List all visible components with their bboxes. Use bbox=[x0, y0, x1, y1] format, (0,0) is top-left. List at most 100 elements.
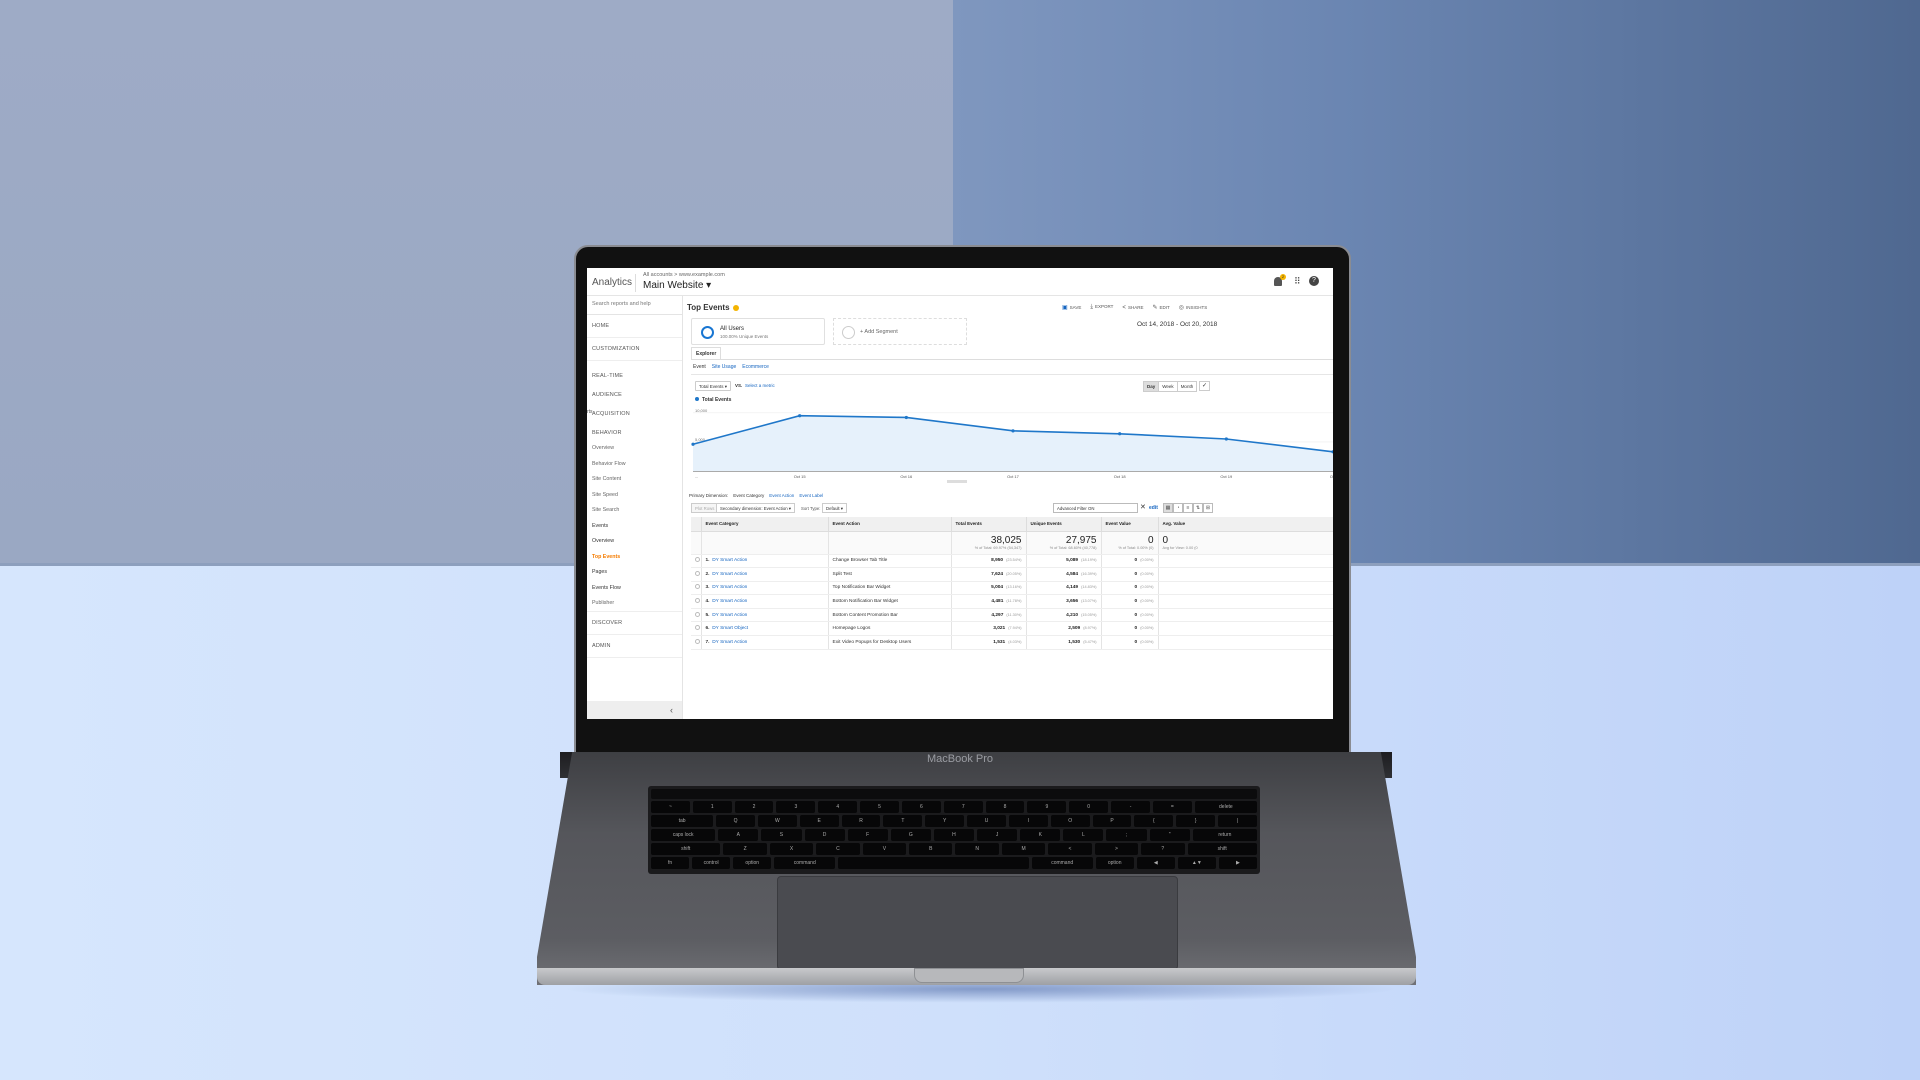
collapse-sidebar-button[interactable]: ‹ bbox=[587, 701, 682, 719]
granularity-week[interactable]: Week bbox=[1159, 382, 1178, 391]
tab-explorer[interactable]: Explorer bbox=[691, 347, 722, 359]
event-category-link[interactable]: DY Smart Action bbox=[712, 599, 747, 604]
row-checkbox-cell[interactable] bbox=[691, 554, 702, 569]
row-checkbox-cell[interactable] bbox=[691, 608, 702, 623]
advanced-filter-input[interactable]: Advanced Filter ON bbox=[1053, 503, 1138, 513]
help-icon[interactable]: ? bbox=[1309, 276, 1319, 286]
table-row[interactable]: 7. DY Smart Action Exit Video Popups for … bbox=[691, 635, 1333, 650]
event-category-link[interactable]: DY Smart Action bbox=[712, 572, 747, 577]
secondary-dimension-select[interactable]: Secondary dimension: Event Action ▾ bbox=[716, 503, 795, 513]
save-button[interactable]: ▣ SAVE bbox=[1062, 304, 1081, 311]
row-checkbox-cell[interactable] bbox=[691, 635, 702, 650]
property-selector[interactable]: Main Website ▾ bbox=[643, 280, 711, 291]
sort-type-select[interactable]: Default ▾ bbox=[822, 503, 847, 513]
sidebar-item-publisher[interactable]: Publisher bbox=[587, 596, 682, 612]
dimension-event-action[interactable]: Event Action bbox=[769, 493, 794, 498]
breadcrumb[interactable]: All accounts > www.example.com bbox=[643, 272, 725, 278]
sidebar-item-audience[interactable]: AUDIENCE bbox=[587, 384, 682, 403]
insights-button[interactable]: ◎ INSIGHTS bbox=[1179, 304, 1208, 311]
sidebar-item-site-speed[interactable]: Site Speed bbox=[587, 488, 682, 504]
edit-button[interactable]: ✎ EDIT bbox=[1152, 304, 1169, 311]
event-category-link[interactable]: DY Smart Action bbox=[712, 640, 747, 645]
edit-filter-link[interactable]: edit bbox=[1149, 505, 1158, 511]
header-event-category[interactable]: Event Category bbox=[701, 517, 829, 532]
table-row[interactable]: 5. DY Smart Action Bottom Content Promoti… bbox=[691, 608, 1333, 623]
row-checkbox-cell[interactable] bbox=[691, 567, 702, 582]
sidebar-item-pages[interactable]: Pages bbox=[587, 565, 682, 581]
sidebar-item-customization[interactable]: CUSTOMIZATION bbox=[587, 338, 682, 361]
event-action-cell[interactable]: Change Browser Tab Title bbox=[828, 554, 952, 569]
comparison-view-icon[interactable]: ⇅ bbox=[1193, 503, 1203, 513]
dimension-event-label[interactable]: Event Label bbox=[799, 493, 823, 498]
pivot-view-icon[interactable]: ⊞ bbox=[1203, 503, 1213, 513]
clear-filter-icon[interactable]: ✕ bbox=[1140, 504, 1146, 512]
event-action-cell[interactable]: Bottom Content Promotion Bar bbox=[828, 608, 952, 623]
sidebar-item-behavior[interactable]: BEHAVIOR bbox=[587, 422, 682, 441]
sidebar-item-behavior-flow[interactable]: Behavior Flow bbox=[587, 457, 682, 473]
granularity-month[interactable]: Month bbox=[1178, 382, 1197, 391]
sidebar-item-overview[interactable]: Overview bbox=[587, 441, 682, 457]
metric-select[interactable]: Total Events ▾ bbox=[695, 381, 732, 391]
header-event-value[interactable]: Event Value bbox=[1101, 517, 1159, 532]
share-button[interactable]: < SHARE bbox=[1122, 305, 1143, 311]
subtab-site-usage[interactable]: Site Usage bbox=[712, 364, 736, 370]
sidebar-item-discover[interactable]: DISCOVER bbox=[587, 612, 682, 635]
event-category-link[interactable]: DY Smart Object bbox=[712, 626, 748, 631]
table-row[interactable]: 1. DY Smart Action Change Browser Tab Tit… bbox=[691, 554, 1333, 569]
apps-grid-icon[interactable]: ⠿ bbox=[1294, 277, 1301, 286]
sidebar-item-site-search[interactable]: Site Search bbox=[587, 503, 682, 519]
sidebar-item-site-content[interactable]: Site Content bbox=[587, 472, 682, 488]
search-input[interactable]: Search reports and help bbox=[587, 296, 682, 315]
header-unique-events[interactable]: Unique Events bbox=[1026, 517, 1102, 532]
event-category-link[interactable]: DY Smart Action bbox=[712, 558, 747, 563]
plot-rows-button[interactable]: Plot Rows bbox=[691, 503, 719, 513]
sidebar-item-events[interactable]: Events bbox=[587, 519, 682, 535]
date-range-picker[interactable]: Oct 14, 2018 - Oct 20, 2018 bbox=[1137, 321, 1217, 328]
table-view-icon[interactable]: ▦ bbox=[1163, 503, 1173, 513]
event-category-link[interactable]: DY Smart Action bbox=[712, 585, 747, 590]
select-metric-link[interactable]: Select a metric bbox=[745, 383, 775, 388]
subtab-event[interactable]: Event bbox=[693, 364, 706, 370]
table-row[interactable]: 3. DY Smart Action Top Notification Bar W… bbox=[691, 581, 1333, 596]
event-action-cell[interactable]: Homepage Logos bbox=[828, 621, 952, 637]
add-segment-button[interactable]: + Add Segment bbox=[833, 318, 967, 345]
pie-view-icon[interactable]: ◔ bbox=[1173, 503, 1183, 513]
segment-all-users[interactable]: All Users 100.00% Unique Events bbox=[691, 318, 825, 345]
row-checkbox[interactable] bbox=[695, 638, 700, 644]
row-checkbox[interactable] bbox=[695, 611, 700, 617]
table-row[interactable]: 4. DY Smart Action Bottom Notification Ba… bbox=[691, 594, 1333, 609]
row-checkbox[interactable] bbox=[695, 625, 700, 631]
sidebar-item-acquisition[interactable]: ACQUISITION bbox=[587, 403, 682, 422]
sidebar-item-home[interactable]: HOME bbox=[587, 315, 682, 338]
select-all-header[interactable] bbox=[691, 517, 702, 532]
row-checkbox[interactable] bbox=[695, 598, 700, 604]
row-checkbox[interactable] bbox=[695, 584, 700, 590]
row-checkbox-cell[interactable] bbox=[691, 581, 702, 596]
row-checkbox-cell[interactable] bbox=[691, 621, 702, 637]
performance-view-icon[interactable]: ≡ bbox=[1183, 503, 1193, 513]
export-button[interactable]: ⤓ EXPORT bbox=[1090, 304, 1113, 311]
row-checkbox[interactable] bbox=[695, 557, 700, 563]
table-row[interactable]: 2. DY Smart Action Split Test 7,624 (20.05%… bbox=[691, 567, 1333, 582]
chart-type-icon[interactable]: ✓ bbox=[1199, 381, 1210, 391]
row-checkbox[interactable] bbox=[695, 570, 700, 576]
header-avg-value[interactable]: Avg. Value bbox=[1158, 517, 1333, 532]
event-category-link[interactable]: DY Smart Action bbox=[712, 613, 747, 618]
sidebar-item-admin[interactable]: ADMIN bbox=[587, 635, 682, 658]
table-row[interactable]: 6. DY Smart Object Homepage Logos 3,021 (7.… bbox=[691, 621, 1333, 637]
sidebar-item-real-time[interactable]: REAL-TIME bbox=[587, 365, 682, 384]
dimension-event-category[interactable]: Event Category bbox=[733, 493, 764, 498]
event-action-cell[interactable]: Split Test bbox=[828, 567, 952, 582]
row-checkbox-cell[interactable] bbox=[691, 594, 702, 609]
event-action-cell[interactable]: Bottom Notification Bar Widget bbox=[828, 594, 952, 609]
sidebar-item-events-overview[interactable]: Overview bbox=[587, 534, 682, 550]
event-action-cell[interactable]: Exit Video Popups for Desktop Users bbox=[828, 635, 952, 650]
granularity-day[interactable]: Day bbox=[1144, 382, 1160, 391]
subtab-ecommerce[interactable]: Ecommerce bbox=[742, 364, 769, 370]
event-action-cell[interactable]: Top Notification Bar Widget bbox=[828, 581, 952, 596]
app-logo[interactable]: Analytics bbox=[592, 277, 632, 288]
header-event-action[interactable]: Event Action bbox=[828, 517, 952, 532]
sidebar-item-events-flow[interactable]: Events Flow bbox=[587, 581, 682, 597]
sidebar-item-top-events[interactable]: Top Events bbox=[587, 550, 682, 566]
header-total-events[interactable]: Total Events bbox=[951, 517, 1027, 532]
